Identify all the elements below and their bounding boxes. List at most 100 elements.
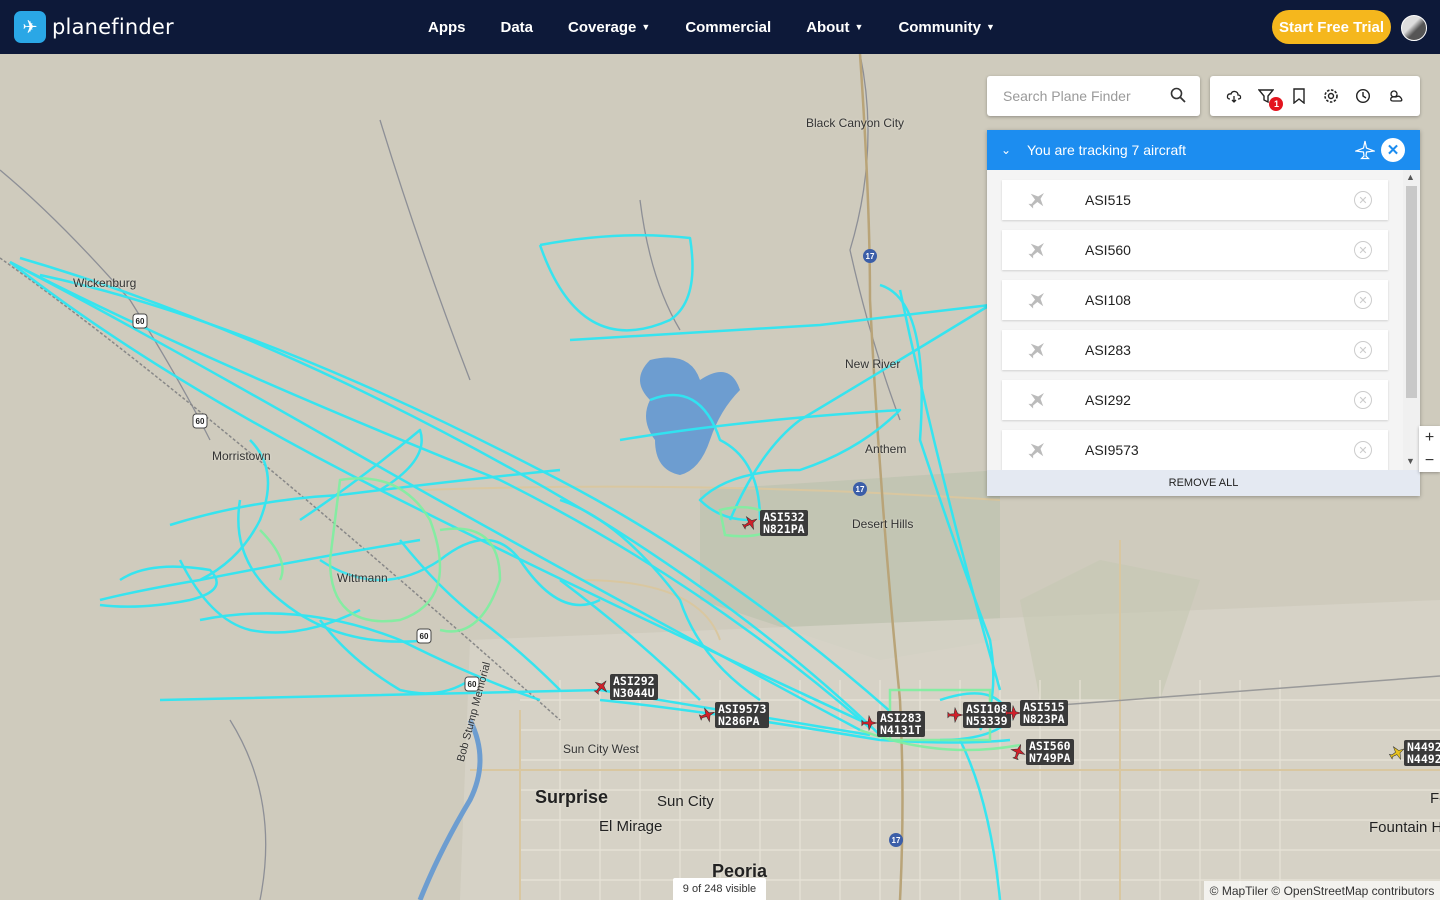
- chevron-down-icon: ▼: [854, 22, 864, 32]
- plane-icon: [1028, 342, 1045, 359]
- zoom-in-button[interactable]: +: [1419, 426, 1440, 449]
- place-label: Sun City West: [563, 742, 639, 756]
- svg-text:17: 17: [856, 485, 865, 494]
- plane-icon: [1028, 192, 1045, 209]
- chevron-down-icon[interactable]: ⌄: [1001, 143, 1015, 157]
- top-navigation-bar: ✈ planefinder Apps Data Coverage ▼ Commer…: [0, 0, 1440, 54]
- nav-coverage-label: Coverage: [568, 18, 637, 36]
- aircraft-tag[interactable]: ASI283 N4131T: [877, 711, 925, 737]
- place-label: Black Canyon City: [806, 116, 905, 130]
- search-icon[interactable]: [1170, 87, 1186, 103]
- map-attribution[interactable]: © MapTiler © OpenStreetMap contributors: [1204, 881, 1440, 900]
- aircraft-icon[interactable]: [698, 706, 716, 724]
- map-toolbar: 1: [1210, 76, 1420, 116]
- registration-text: N821PA: [763, 522, 805, 536]
- list-item[interactable]: ASI560 ✕: [1002, 230, 1388, 270]
- tracking-title: You are tracking 7 aircraft: [1027, 142, 1187, 158]
- remove-aircraft-icon[interactable]: ✕: [1354, 341, 1372, 359]
- nav-about-label: About: [806, 18, 850, 36]
- filter-count-badge: 1: [1269, 97, 1284, 111]
- place-label: New River: [845, 357, 901, 371]
- registration-text: N823PA: [1023, 712, 1065, 726]
- scroll-down-icon[interactable]: ▼: [1406, 456, 1415, 466]
- registration-text: N286PA: [718, 714, 760, 728]
- place-label: Fo: [1430, 790, 1440, 807]
- zoom-out-button[interactable]: −: [1419, 449, 1440, 472]
- aircraft-tag[interactable]: ASI532 N821PA: [760, 510, 808, 536]
- tracking-panel-header: ⌄ You are tracking 7 aircraft ✕: [987, 130, 1420, 170]
- place-label: El Mirage: [599, 818, 663, 835]
- svg-text:60: 60: [136, 317, 145, 326]
- list-item[interactable]: ASI292 ✕: [1002, 380, 1388, 420]
- visible-count: 9 of 248 visible: [673, 878, 766, 900]
- remove-aircraft-icon[interactable]: ✕: [1354, 241, 1372, 259]
- list-item[interactable]: ASI9573 ✕: [1002, 430, 1388, 470]
- search-input[interactable]: [1001, 87, 1165, 105]
- nav-coverage[interactable]: Coverage ▼: [568, 19, 650, 36]
- aircraft-callsign: ASI292: [1085, 392, 1131, 408]
- aircraft-callsign: ASI9573: [1085, 442, 1139, 458]
- cloud-icon[interactable]: [1225, 87, 1243, 105]
- place-label: Wickenburg: [73, 276, 137, 290]
- start-free-trial-button[interactable]: Start Free Trial: [1272, 10, 1391, 44]
- aircraft-tag[interactable]: ASI9573 N286PA: [715, 702, 770, 728]
- remove-aircraft-icon[interactable]: ✕: [1354, 291, 1372, 309]
- aircraft-icon[interactable]: [1009, 743, 1027, 761]
- remove-all-button[interactable]: REMOVE ALL: [987, 470, 1420, 496]
- aircraft-callsign: ASI283: [1085, 342, 1131, 358]
- user-avatar[interactable]: [1401, 15, 1427, 41]
- brand-name: planefinder: [52, 15, 174, 39]
- aircraft-icon[interactable]: [592, 678, 610, 696]
- aircraft-icon[interactable]: [860, 714, 878, 732]
- nav-community[interactable]: Community ▼: [898, 19, 994, 36]
- settings-icon[interactable]: [1322, 87, 1340, 105]
- nav-commercial[interactable]: Commercial: [685, 19, 771, 36]
- aircraft-tag[interactable]: ASI292 N3044U: [610, 674, 658, 700]
- nav-about[interactable]: About ▼: [806, 19, 863, 36]
- brand-logo[interactable]: ✈ planefinder: [14, 11, 174, 43]
- aircraft-tag[interactable]: ASI515 N823PA: [1020, 700, 1068, 726]
- registration-text: N4492: [1407, 752, 1440, 766]
- remove-aircraft-icon[interactable]: ✕: [1354, 441, 1372, 459]
- history-icon[interactable]: [1354, 87, 1372, 105]
- nav-apps[interactable]: Apps: [428, 19, 466, 36]
- place-label: Wittmann: [337, 571, 388, 585]
- list-item[interactable]: ASI283 ✕: [1002, 330, 1388, 370]
- nav-community-label: Community: [898, 18, 981, 36]
- list-item[interactable]: ASI108 ✕: [1002, 280, 1388, 320]
- tracked-aircraft-list[interactable]: ASI515 ✕ ASI560 ✕ ASI108 ✕ ASI283 ✕ ASI2…: [987, 170, 1420, 470]
- remove-aircraft-icon[interactable]: ✕: [1354, 391, 1372, 409]
- nav-commercial-label: Commercial: [685, 18, 772, 36]
- filter-icon[interactable]: 1: [1257, 87, 1284, 111]
- list-item[interactable]: ASI515 ✕: [1002, 180, 1388, 220]
- chevron-down-icon: ▼: [985, 22, 995, 32]
- main-nav: Apps Data Coverage ▼ Commercial About ▼ Co…: [428, 0, 1030, 54]
- bookmark-icon[interactable]: [1290, 87, 1308, 105]
- place-label: Anthem: [865, 442, 907, 456]
- aircraft-icon[interactable]: [946, 706, 964, 724]
- zoom-control: + −: [1419, 426, 1440, 472]
- aircraft-tag[interactable]: N4492 N4492: [1404, 740, 1440, 766]
- list-scrollbar[interactable]: ▲ ▼: [1403, 170, 1420, 470]
- close-tracking-button[interactable]: ✕: [1381, 138, 1405, 162]
- scrollbar-thumb[interactable]: [1406, 186, 1417, 398]
- registration-text: N3044U: [613, 686, 655, 700]
- place-label: Desert Hills: [852, 517, 914, 531]
- place-label: Surprise: [535, 787, 609, 807]
- plane-outline-icon: [1355, 140, 1375, 160]
- plane-icon: [1028, 392, 1045, 409]
- chevron-down-icon: ▼: [641, 22, 651, 32]
- place-label: Fountain Hi: [1369, 819, 1440, 836]
- aircraft-callsign: ASI108: [1085, 292, 1131, 308]
- nav-data-label: Data: [500, 18, 534, 36]
- aircraft-tag[interactable]: ASI560 N749PA: [1026, 739, 1074, 765]
- remove-aircraft-icon[interactable]: ✕: [1354, 191, 1372, 209]
- registration-text: N4131T: [880, 723, 922, 737]
- nav-data[interactable]: Data: [501, 19, 534, 36]
- aircraft-icon[interactable]: [741, 514, 759, 532]
- place-label: Sun City: [657, 793, 714, 810]
- weather-icon[interactable]: [1387, 87, 1405, 105]
- plane-icon: [1028, 442, 1045, 459]
- nav-apps-label: Apps: [428, 18, 466, 36]
- scroll-up-icon[interactable]: ▲: [1406, 172, 1415, 182]
